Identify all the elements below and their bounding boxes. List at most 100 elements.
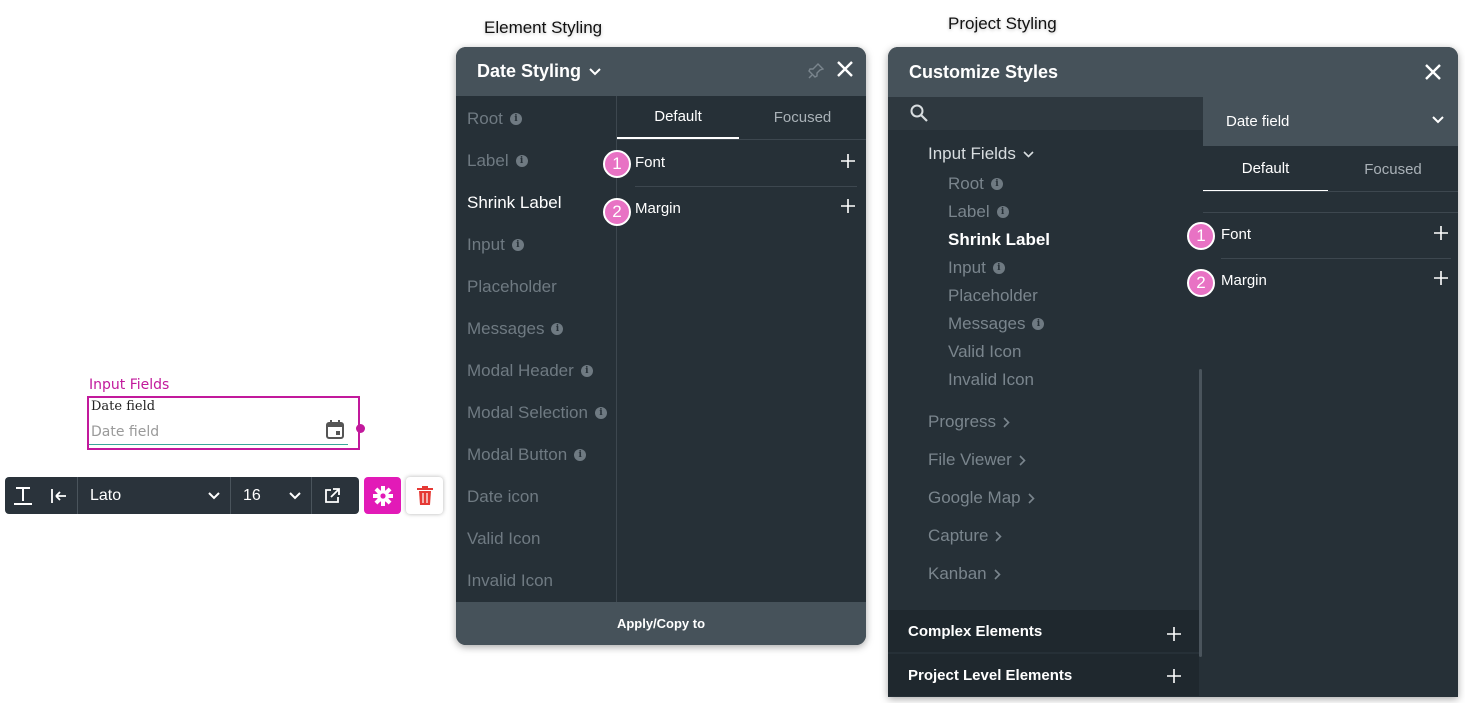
tree-item-label: File Viewer [928, 450, 1012, 469]
chevron-down-icon [1023, 150, 1034, 158]
date-field-input[interactable]: Date field [91, 424, 159, 440]
pin-icon[interactable] [808, 63, 824, 79]
tab-default[interactable]: Default [617, 96, 739, 139]
chevron-right-icon [1028, 492, 1035, 504]
open-external-button[interactable] [312, 477, 352, 514]
info-icon[interactable]: i [992, 262, 1005, 274]
date-field-label: Date field [91, 399, 156, 414]
tree-group-google-map[interactable]: Google Map [928, 488, 1035, 508]
part-item-modal-header[interactable]: Modal Header i [467, 361, 593, 381]
tree-item-root[interactable]: Root i [948, 174, 1003, 194]
info-icon[interactable]: i [996, 206, 1009, 218]
part-item-valid-icon[interactable]: Valid Icon [467, 529, 540, 549]
property-label: Margin [635, 200, 681, 217]
step-badge-1: 1 [603, 150, 631, 178]
tree-item-invalid-icon[interactable]: Invalid Icon [948, 370, 1034, 390]
part-item-shrink-label[interactable]: Shrink Label [467, 193, 562, 213]
info-icon[interactable]: i [515, 155, 528, 167]
font-size-value: 16 [243, 486, 261, 504]
text-format-button[interactable] [5, 477, 41, 514]
chevron-right-icon [995, 530, 1003, 542]
tree-group-progress[interactable]: Progress [928, 412, 1010, 432]
expand-complex-elements-icon[interactable] [1167, 627, 1181, 641]
tree-scrollbar[interactable] [1199, 369, 1202, 657]
tab-focused[interactable]: Focused [739, 96, 866, 139]
add-margin-icon[interactable] [1434, 271, 1448, 285]
tree-group-capture[interactable]: Capture [928, 526, 1003, 546]
tab-focused[interactable]: Focused [1328, 146, 1458, 192]
info-icon[interactable]: i [551, 323, 564, 335]
part-item-label: Modal Header [467, 361, 574, 380]
property-divider [1203, 212, 1458, 213]
element-panel-title[interactable]: Date Styling [477, 61, 581, 82]
tree-group-file-viewer[interactable]: File Viewer [928, 450, 1026, 470]
tree-item-messages[interactable]: Messages i [948, 314, 1045, 334]
part-item-label: Modal Button [467, 445, 568, 464]
part-item-label: Messages [467, 319, 545, 338]
info-icon[interactable]: i [574, 449, 587, 461]
element-type-value: Date field [1226, 113, 1290, 130]
calendar-icon[interactable] [326, 420, 344, 439]
property-label: Font [1221, 226, 1252, 243]
part-item-placeholder[interactable]: Placeholder [467, 277, 557, 297]
part-item-root[interactable]: Root i [467, 109, 522, 129]
tree-item-label[interactable]: Label i [948, 202, 1009, 222]
add-font-icon[interactable] [841, 154, 855, 168]
add-font-icon[interactable] [1434, 226, 1448, 240]
apply-copy-button[interactable]: Apply/Copy to [456, 602, 866, 645]
resize-handle[interactable] [356, 424, 365, 433]
tree-item-placeholder[interactable]: Placeholder [948, 286, 1038, 306]
search-icon [910, 104, 928, 122]
tree-item-label: Progress [928, 412, 997, 431]
delete-button[interactable] [406, 477, 443, 514]
part-item-messages[interactable]: Messages i [467, 319, 564, 339]
info-icon[interactable]: i [580, 365, 593, 377]
section-label: Project Level Elements [908, 666, 1073, 684]
tree-item-shrink-label[interactable]: Shrink Label [948, 230, 1050, 250]
part-item-modal-button[interactable]: Modal Button i [467, 445, 587, 465]
tab-default[interactable]: Default [1203, 146, 1328, 192]
info-icon[interactable]: i [511, 239, 524, 251]
part-item-label[interactable]: Label i [467, 151, 528, 171]
open-external-icon [325, 487, 340, 503]
add-margin-icon[interactable] [841, 199, 855, 213]
property-label: Font [635, 154, 666, 171]
part-item-date-icon[interactable]: Date icon [467, 487, 539, 507]
property-row-margin[interactable]: Margin [1221, 272, 1267, 289]
date-field-widget[interactable]: Date field Date field [87, 396, 365, 450]
info-icon[interactable]: i [594, 407, 607, 419]
info-icon[interactable]: i [509, 113, 522, 125]
tree-group-kanban[interactable]: Kanban [928, 564, 1001, 584]
section-complex-elements[interactable]: Complex Elements [888, 610, 1199, 652]
element-type-select[interactable]: Date field [1203, 97, 1458, 146]
section-project-level-elements[interactable]: Project Level Elements [888, 654, 1199, 696]
font-family-select[interactable]: Lato [78, 477, 230, 514]
part-item-label: Valid Icon [467, 529, 541, 548]
text-format-icon [14, 486, 32, 505]
info-icon[interactable]: i [1032, 318, 1045, 330]
tree-item-input[interactable]: Input i [948, 258, 1005, 278]
expand-project-level-elements-icon[interactable] [1167, 669, 1181, 683]
chevron-down-icon[interactable] [589, 67, 601, 76]
align-left-button[interactable] [41, 477, 77, 514]
property-row-margin[interactable]: Margin [635, 200, 681, 217]
close-icon[interactable] [1424, 63, 1442, 81]
settings-button[interactable] [364, 477, 401, 514]
tree-item-label: Input [948, 258, 986, 277]
element-state-tabs: Default Focused [617, 96, 866, 139]
info-icon[interactable]: i [990, 178, 1003, 190]
font-size-select[interactable]: 16 [231, 477, 311, 514]
tree-item-label: Capture [928, 526, 989, 545]
close-icon[interactable] [836, 60, 854, 78]
tree-item-label: Valid Icon [948, 342, 1022, 361]
part-item-modal-selection[interactable]: Modal Selection i [467, 403, 607, 423]
part-item-invalid-icon[interactable]: Invalid Icon [467, 571, 553, 591]
tab-divider [617, 139, 866, 140]
property-row-font[interactable]: Font [1221, 226, 1251, 243]
part-item-input[interactable]: Input i [467, 235, 524, 255]
tree-group-input-fields[interactable]: Input Fields [928, 144, 1034, 164]
tree-item-valid-icon[interactable]: Valid Icon [948, 342, 1021, 362]
style-search-input[interactable] [888, 97, 1203, 130]
property-row-font[interactable]: Font [635, 154, 665, 171]
project-styling-panel: Customize Styles Input Fields Root i Labe… [888, 47, 1458, 697]
